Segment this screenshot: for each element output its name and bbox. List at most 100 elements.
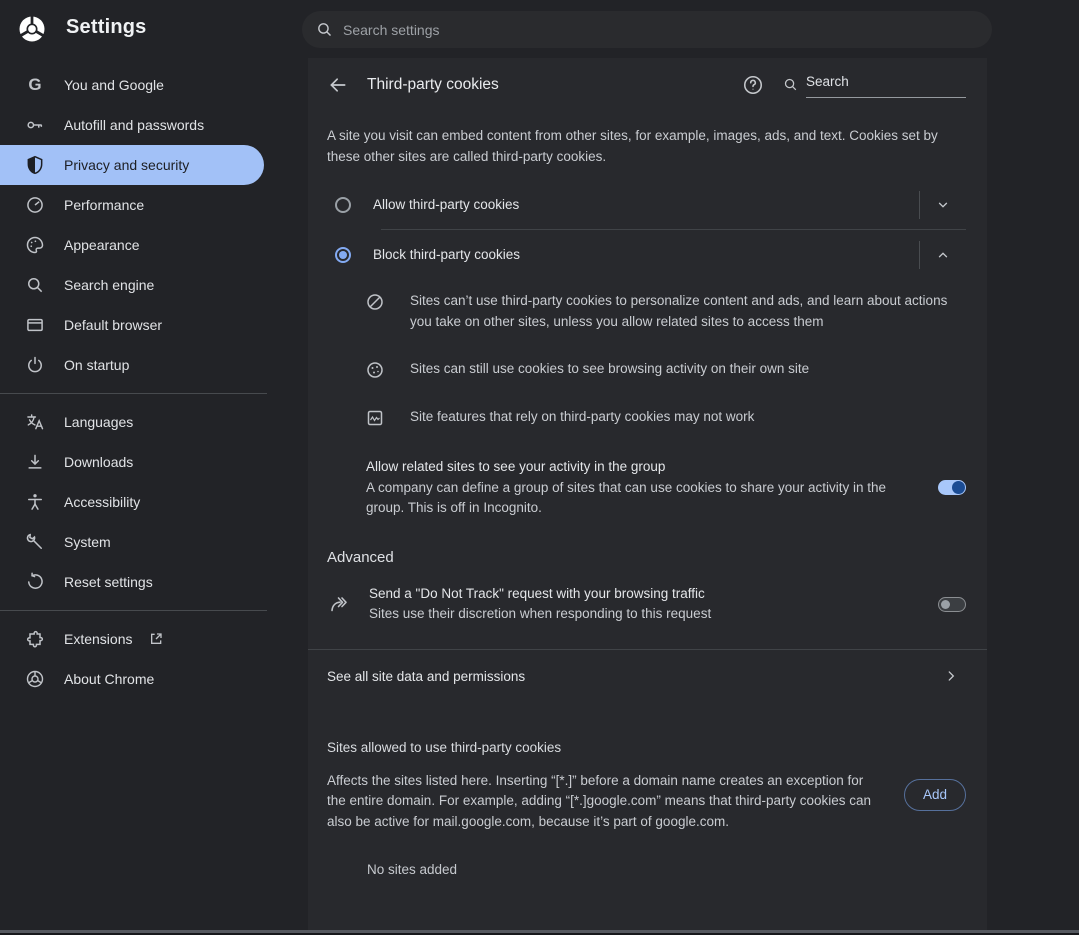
sidebar-item-label: Accessibility — [64, 494, 140, 510]
option-label: Block third-party cookies — [373, 247, 919, 262]
sidebar-item-accessibility[interactable]: Accessibility — [0, 482, 308, 522]
setting-title: Send a "Do Not Track" request with your … — [369, 586, 705, 601]
collapse-button[interactable] — [920, 237, 966, 273]
palette-icon — [25, 235, 45, 255]
section-description: Affects the sites listed here. Inserting… — [327, 771, 884, 833]
sidebar-item-label: Default browser — [64, 317, 162, 333]
block-option-details: Sites can’t use third-party cookies to p… — [327, 291, 966, 427]
search-icon — [316, 21, 333, 38]
speedometer-icon — [25, 195, 45, 215]
sidebar-item-label: Performance — [64, 197, 144, 213]
sidebar-item-privacy-and-security[interactable]: Privacy and security — [0, 145, 264, 185]
detail-item: Sites can still use cookies to see brows… — [366, 359, 966, 380]
do-not-track-icon — [329, 594, 349, 614]
sidebar-item-autofill[interactable]: Autofill and passwords — [0, 105, 308, 145]
row-label: See all site data and permissions — [327, 669, 944, 684]
empty-list-text: No sites added — [367, 862, 966, 877]
advanced-section-label: Advanced — [327, 549, 966, 566]
sidebar-item-label: Search engine — [64, 277, 154, 293]
cookie-icon — [366, 361, 384, 379]
restore-icon — [25, 572, 45, 592]
sidebar-item-label: Downloads — [64, 454, 133, 470]
sidebar-divider — [0, 393, 267, 394]
detail-item: Site features that rely on third-party c… — [366, 407, 966, 428]
do-not-track-toggle[interactable] — [938, 597, 966, 612]
top-bar: Settings — [0, 0, 1079, 58]
cookie-options: Allow third-party cookies Block third-pa… — [327, 180, 966, 519]
detail-item: Sites can’t use third-party cookies to p… — [366, 291, 966, 332]
settings-search-input[interactable] — [343, 22, 943, 38]
sidebar-item-label: About Chrome — [64, 671, 154, 687]
do-not-track-setting: Send a "Do Not Track" request with your … — [327, 584, 966, 625]
sidebar-item-label: On startup — [64, 357, 129, 373]
detail-text: Sites can’t use third-party cookies to p… — [410, 291, 962, 332]
sidebar-item-system[interactable]: System — [0, 522, 308, 562]
setting-title: Allow related sites to see your activity… — [366, 459, 665, 474]
section-title: Sites allowed to use third-party cookies — [327, 740, 966, 755]
detail-text: Site features that rely on third-party c… — [410, 407, 754, 428]
external-link-icon — [148, 631, 164, 647]
chevron-right-icon — [944, 669, 958, 683]
puzzle-icon — [25, 629, 45, 649]
sidebar: G You and Google Autofill and passwords … — [0, 58, 308, 930]
related-sites-toggle[interactable] — [938, 480, 966, 495]
sidebar-item-search-engine[interactable]: Search engine — [0, 265, 308, 305]
google-g-icon: G — [25, 75, 45, 95]
accessibility-person-icon — [25, 492, 45, 512]
settings-search-bar[interactable] — [302, 11, 992, 48]
expand-button[interactable] — [920, 187, 966, 223]
window-bottom-edge — [0, 930, 1079, 935]
content-header: Third-party cookies — [327, 58, 966, 112]
setting-description: A company can define a group of sites th… — [366, 478, 896, 519]
sidebar-item-label: Languages — [64, 414, 133, 430]
search-icon — [783, 77, 798, 92]
option-label: Allow third-party cookies — [373, 197, 919, 212]
see-all-site-data-row[interactable]: See all site data and permissions — [327, 650, 966, 703]
download-icon — [25, 452, 45, 472]
sidebar-item-reset-settings[interactable]: Reset settings — [0, 562, 308, 602]
sidebar-item-label: Reset settings — [64, 574, 153, 590]
power-icon — [25, 355, 45, 375]
sidebar-item-on-startup[interactable]: On startup — [0, 345, 308, 385]
sidebar-item-about-chrome[interactable]: About Chrome — [0, 659, 308, 699]
radio-selected[interactable] — [335, 247, 351, 263]
sidebar-item-languages[interactable]: Languages — [0, 402, 308, 442]
chrome-logo-icon — [17, 14, 47, 44]
sidebar-item-performance[interactable]: Performance — [0, 185, 308, 225]
help-button[interactable] — [736, 68, 770, 102]
blocked-circle-icon — [366, 293, 384, 311]
related-sites-setting: Allow related sites to see your activity… — [327, 457, 966, 519]
key-icon — [25, 115, 45, 135]
sidebar-item-extensions[interactable]: Extensions — [0, 619, 308, 659]
sidebar-item-default-browser[interactable]: Default browser — [0, 305, 308, 345]
magnifier-icon — [25, 275, 45, 295]
sidebar-item-label: System — [64, 534, 111, 550]
sidebar-item-you-and-google[interactable]: G You and Google — [0, 65, 308, 105]
page-search-input[interactable] — [806, 73, 966, 98]
sidebar-item-downloads[interactable]: Downloads — [0, 442, 308, 482]
sidebar-item-label: Extensions — [64, 631, 132, 647]
app-title: Settings — [66, 16, 147, 39]
radio-unselected[interactable] — [335, 197, 351, 213]
back-button[interactable] — [321, 68, 355, 102]
sidebar-item-label: Autofill and passwords — [64, 117, 204, 133]
setting-text: Allow related sites to see your activity… — [366, 457, 938, 519]
sidebar-item-label: You and Google — [64, 77, 164, 93]
site-feature-icon — [366, 409, 384, 427]
content-panel: Third-party cookies A site you visit can… — [308, 58, 987, 930]
sidebar-item-label: Privacy and security — [64, 157, 189, 173]
sidebar-item-label: Appearance — [64, 237, 140, 253]
intro-text: A site you visit can embed content from … — [327, 126, 957, 167]
option-allow-third-party-cookies[interactable]: Allow third-party cookies — [327, 180, 966, 229]
setting-text: Send a "Do Not Track" request with your … — [369, 584, 938, 625]
sidebar-divider — [0, 610, 267, 611]
detail-text: Sites can still use cookies to see brows… — [410, 359, 809, 380]
shield-icon — [25, 155, 45, 175]
sidebar-item-appearance[interactable]: Appearance — [0, 225, 308, 265]
add-site-button[interactable]: Add — [904, 779, 966, 811]
allowed-sites-section: Sites allowed to use third-party cookies… — [327, 740, 966, 878]
chrome-logo-icon — [25, 669, 45, 689]
page-search — [783, 73, 966, 98]
translate-icon — [25, 412, 45, 432]
option-block-third-party-cookies[interactable]: Block third-party cookies — [327, 230, 966, 279]
